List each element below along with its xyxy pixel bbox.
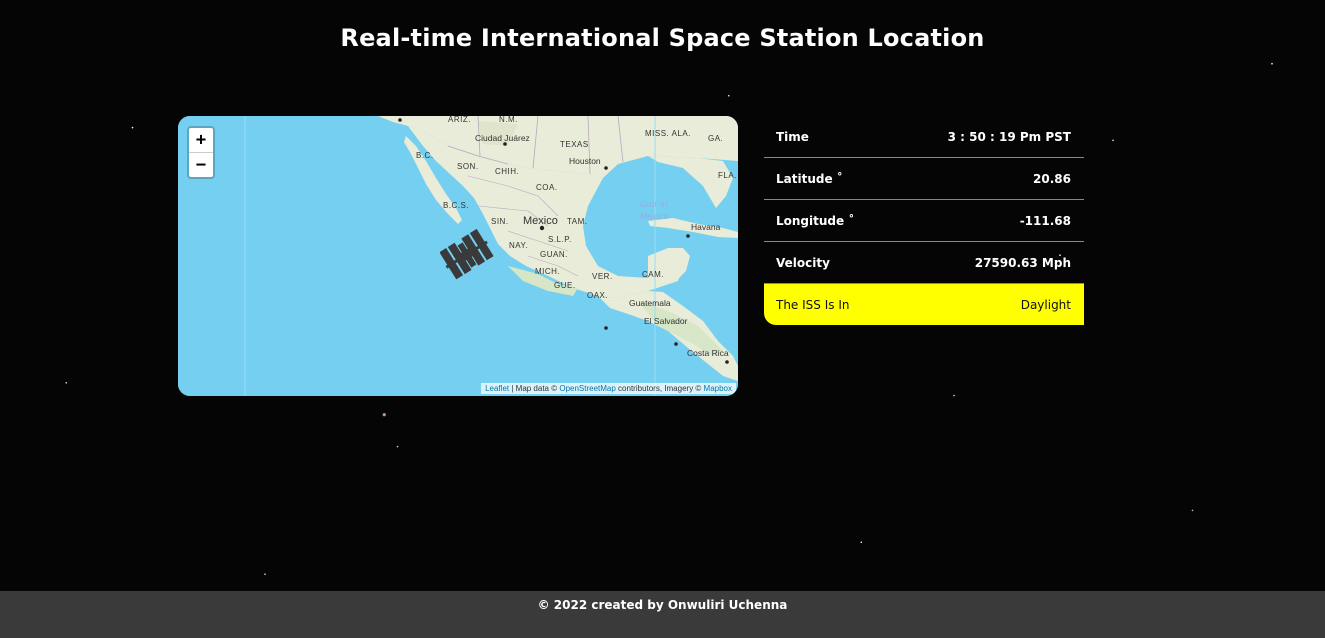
- zoom-out-button[interactable]: −: [189, 153, 213, 177]
- map-label-mich: MICH.: [535, 267, 561, 276]
- map-label-ver: VER.: [592, 272, 613, 281]
- velocity-label: Velocity: [776, 255, 830, 270]
- map-label-el-salvador: El Salvador: [644, 316, 688, 326]
- map-label-slp: S.L.P.: [548, 235, 572, 244]
- map-label-oax: OAX.: [587, 291, 609, 300]
- map-label-ga: GA.: [708, 134, 724, 143]
- visibility-value: Daylight: [1020, 297, 1071, 312]
- iss-satellite-icon[interactable]: [440, 226, 494, 284]
- map-label-nm: N.M.: [499, 116, 518, 124]
- iss-info-table: Time 3 : 50 : 19 Pm PST Latitude ˚ 20.86…: [764, 116, 1084, 325]
- map-attribution: Leaflet | Map data © OpenStreetMap contr…: [481, 383, 736, 394]
- visibility-label: The ISS Is In: [776, 297, 850, 312]
- map-label-mexico: Mexico: [523, 215, 558, 227]
- map-label-coa: COA.: [536, 183, 558, 192]
- map-label-bc: B.C.: [416, 151, 434, 160]
- longitude-value: -111.68: [1019, 213, 1071, 228]
- map-label-gue: GUE.: [554, 281, 576, 290]
- info-row-velocity: Velocity 27590.63 Mph: [764, 242, 1084, 284]
- map-label-guatemala: Guatemala: [629, 298, 671, 308]
- attribution-text-1: | Map data ©: [509, 384, 560, 393]
- zoom-in-button[interactable]: +: [189, 128, 213, 153]
- map-label-fla: FLA.: [718, 171, 737, 180]
- map-label-havana: Havana: [691, 222, 721, 232]
- leaflet-link[interactable]: Leaflet: [485, 384, 509, 393]
- map-label-nay: NAY.: [509, 241, 529, 250]
- latitude-label: Latitude ˚: [776, 171, 843, 186]
- latitude-value: 20.86: [1033, 171, 1071, 186]
- map-label-ariz: ARIZ.: [448, 116, 471, 124]
- time-label: Time: [776, 129, 809, 144]
- time-value: 3 : 50 : 19 Pm PST: [947, 129, 1071, 144]
- map-label-bcs: B.C.S.: [443, 201, 470, 210]
- mapbox-link[interactable]: Mapbox: [704, 384, 732, 393]
- info-row-time: Time 3 : 50 : 19 Pm PST: [764, 116, 1084, 158]
- page-title: Real-time International Space Station Lo…: [340, 24, 985, 52]
- map-label-gulf-of: Gulf of: [640, 200, 668, 209]
- map-label-ciudad-juarez: Ciudad Juárez: [475, 133, 530, 143]
- zoom-control: + −: [187, 126, 215, 179]
- attribution-text-2: contributors, Imagery ©: [615, 384, 704, 393]
- info-row-latitude: Latitude ˚ 20.86: [764, 158, 1084, 200]
- map-label-son: SON.: [457, 162, 479, 171]
- page-footer: © 2022 created by Onwuliri Uchenna: [0, 591, 1325, 638]
- info-row-visibility: The ISS Is In Daylight: [764, 284, 1084, 325]
- longitude-label: Longitude ˚: [776, 213, 855, 228]
- map-label-chih: CHIH.: [495, 167, 520, 176]
- velocity-value: 27590.63 Mph: [974, 255, 1071, 270]
- map-label-sin: SIN.: [491, 217, 509, 226]
- map-label-costa-rica: Costa Rica: [687, 348, 729, 358]
- map-label-texas: TEXAS: [560, 140, 589, 149]
- map-label-miss-ala: MISS. ALA.: [645, 129, 691, 138]
- map-label-guan: GUAN.: [540, 250, 568, 259]
- map-label-tam: TAM.: [567, 217, 588, 226]
- openstreetmap-link[interactable]: OpenStreetMap: [559, 384, 615, 393]
- map-label-cam: CAM.: [642, 270, 664, 279]
- map-label-houston: Houston: [569, 156, 601, 166]
- info-row-longitude: Longitude ˚ -111.68: [764, 200, 1084, 242]
- iss-map[interactable]: ARIZ. N.M. Ciudad Juárez TEXAS MISS. ALA…: [178, 116, 738, 396]
- map-label-gulf-mexico: Mexico: [640, 212, 669, 221]
